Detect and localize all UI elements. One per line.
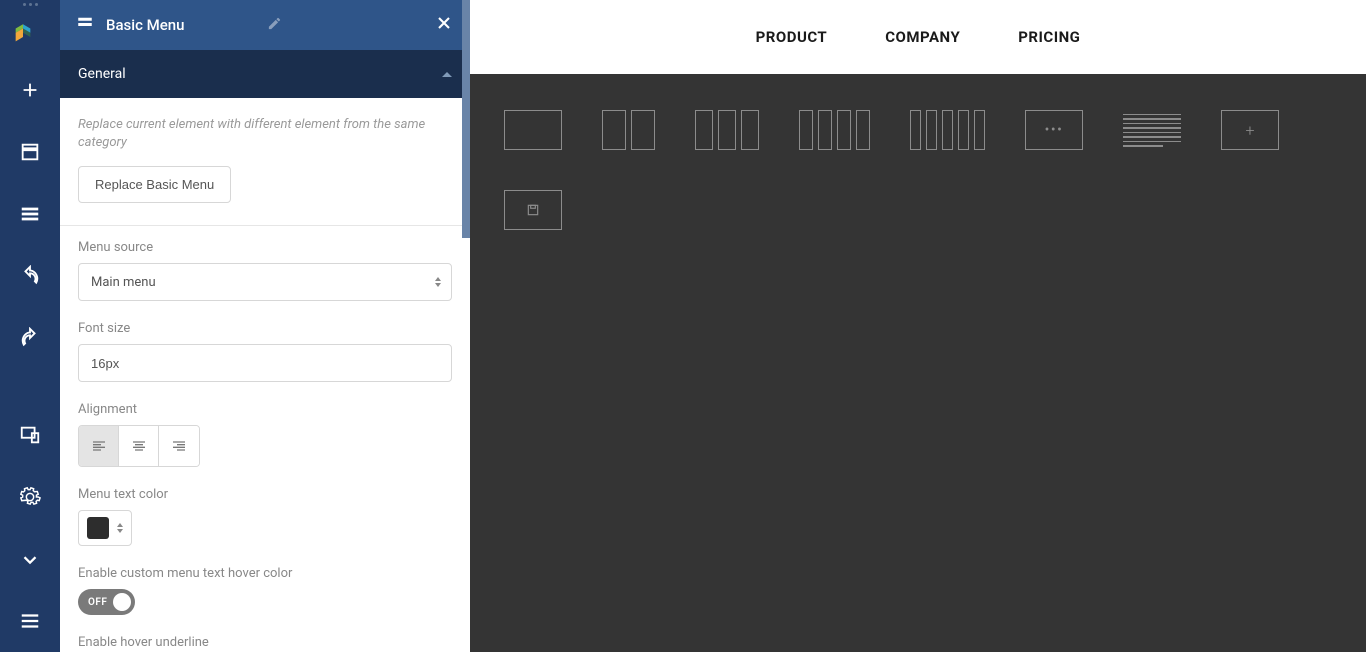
settings-panel: Basic Menu General Replace current eleme… (60, 0, 470, 652)
nav-link-company[interactable]: COMPANY (885, 28, 960, 46)
layout-preset-custom[interactable]: ••• (1025, 110, 1083, 150)
layout-preset-4col[interactable] (799, 110, 870, 150)
rail-menu[interactable] (0, 590, 60, 652)
preview-canvas[interactable]: ••• + (470, 74, 1366, 652)
menu-source-select[interactable]: Main menu (78, 263, 452, 301)
select-arrows-icon (117, 523, 123, 533)
alignment-label: Alignment (78, 402, 452, 417)
rail-handle-icon (23, 3, 38, 13)
layout-preset-2col[interactable] (602, 110, 655, 150)
color-swatch (87, 517, 109, 539)
rail-settings[interactable] (0, 466, 60, 528)
menu-element-icon (76, 14, 94, 36)
sidebar-rail (0, 0, 60, 652)
font-size-input[interactable] (78, 344, 452, 382)
chevron-up-icon (442, 72, 452, 77)
align-center-button[interactable] (119, 426, 159, 466)
nav-link-pricing[interactable]: PRICING (1018, 28, 1080, 46)
menu-text-color-label: Menu text color (78, 487, 452, 502)
panel-header: Basic Menu (60, 0, 470, 50)
plus-icon: + (1245, 121, 1254, 140)
accordion-title: General (78, 66, 126, 82)
menu-source-value: Main menu (91, 275, 156, 290)
panel-body: Replace current element with different e… (60, 98, 470, 652)
toggle-label: OFF (88, 597, 107, 608)
align-left-button[interactable] (79, 426, 119, 466)
layout-preset-text[interactable] (1123, 110, 1181, 150)
menu-source-label: Menu source (78, 240, 452, 255)
app-logo (12, 23, 48, 59)
layout-preset-3col[interactable] (695, 110, 759, 150)
nav-link-product[interactable]: PRODUCT (756, 28, 828, 46)
toggle-knob-icon (113, 593, 131, 611)
rail-publish[interactable] (0, 528, 60, 590)
layout-preset-1col[interactable] (504, 110, 562, 150)
layout-preset-template[interactable] (504, 190, 562, 230)
accordion-general[interactable]: General (60, 50, 470, 98)
alignment-group (78, 425, 200, 467)
close-panel-icon[interactable] (434, 13, 454, 37)
menu-text-color-picker[interactable] (78, 510, 132, 546)
dots-icon: ••• (1045, 122, 1064, 138)
rail-undo[interactable] (0, 245, 60, 307)
font-size-label: Font size (78, 321, 452, 336)
hover-color-label: Enable custom menu text hover color (78, 566, 452, 581)
align-right-button[interactable] (159, 426, 199, 466)
select-arrows-icon (435, 277, 441, 287)
preview-nav: PRODUCT COMPANY PRICING (470, 0, 1366, 74)
hover-color-toggle[interactable]: OFF (78, 589, 135, 615)
preview-area: PRODUCT COMPANY PRICING ••• + (470, 0, 1366, 652)
panel-title: Basic Menu (106, 16, 259, 34)
edit-title-icon[interactable] (267, 16, 282, 35)
rail-template[interactable] (0, 121, 60, 183)
rail-redo[interactable] (0, 307, 60, 369)
replace-description: Replace current element with different e… (78, 116, 452, 152)
replace-button[interactable]: Replace Basic Menu (78, 166, 231, 203)
hover-underline-label: Enable hover underline (78, 635, 452, 650)
layout-preset-5col[interactable] (910, 110, 985, 150)
panel-scrollbar[interactable] (462, 0, 470, 238)
rail-tree[interactable] (0, 183, 60, 245)
add-row-button[interactable]: + (1221, 110, 1279, 150)
rail-add[interactable] (0, 59, 60, 121)
rail-responsive[interactable] (0, 404, 60, 466)
